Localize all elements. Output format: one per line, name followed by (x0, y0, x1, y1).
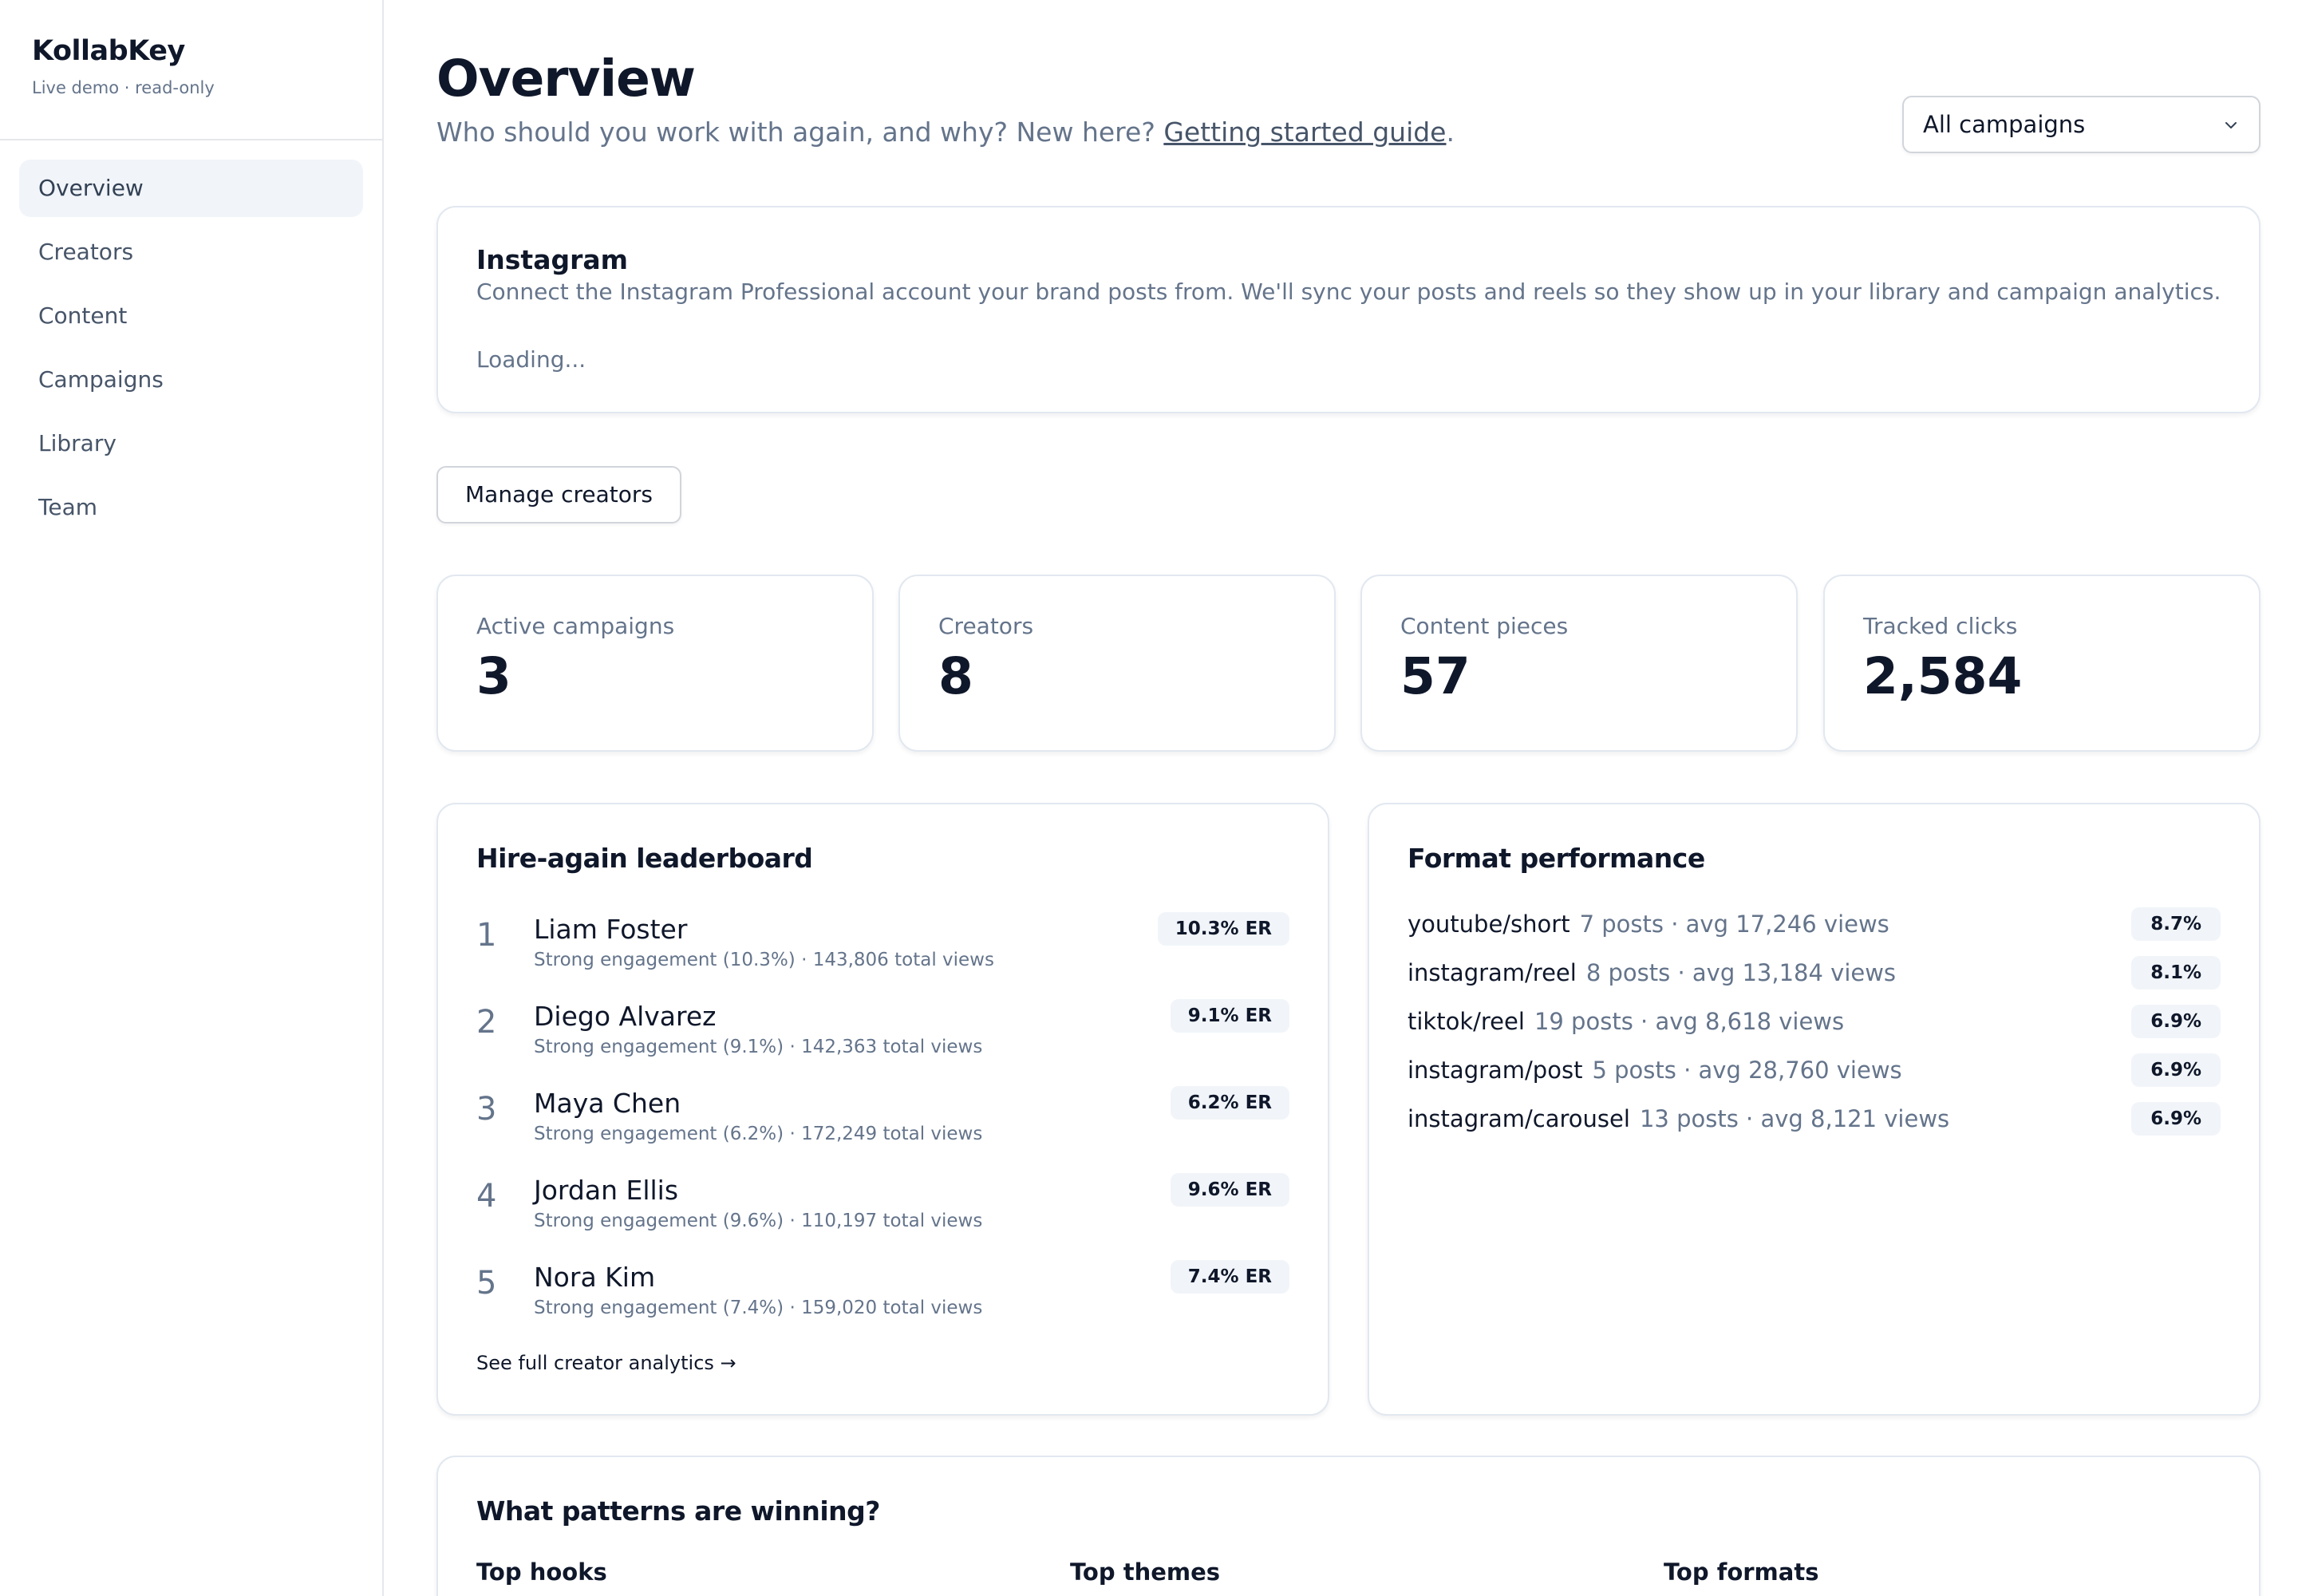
er-badge: 10.3% ER (1157, 912, 1289, 946)
creator-meta: Strong engagement (9.1%) · 142,363 total… (534, 1037, 983, 1057)
leaderboard-rank: 2 (476, 1004, 497, 1041)
format-badge: 8.7% (2131, 907, 2221, 941)
format-meta: 7 posts · avg 17,246 views (1579, 911, 1889, 938)
leaderboard-row[interactable]: 4 Jordan Ellis Strong engagement (9.6%) … (476, 1173, 1289, 1260)
instagram-card: Instagram Connect the Instagram Professi… (436, 206, 2260, 413)
format-meta: 5 posts · avg 28,760 views (1592, 1057, 1902, 1084)
format-name: instagram/post (1408, 1057, 1583, 1084)
sidebar-nav: Overview Creators Content Campaigns Libr… (0, 140, 382, 562)
stat-label: Content pieces (1400, 613, 1569, 639)
format-meta: 8 posts · avg 13,184 views (1585, 959, 1897, 986)
instagram-description: Connect the Instagram Professional accou… (476, 279, 2221, 305)
stat-value: 57 (1400, 647, 1471, 705)
leaderboard-card: Hire-again leaderboard 1 Liam Foster Str… (436, 803, 1329, 1416)
stat-label: Tracked clicks (1863, 613, 2018, 639)
format-row: instagram/reel 8 posts · avg 13,184 views… (1408, 956, 2221, 1008)
leaderboard-rank: 1 (476, 917, 497, 954)
leaderboard-row[interactable]: 5 Nora Kim Strong engagement (7.4%) · 15… (476, 1260, 1289, 1347)
er-badge: 9.1% ER (1170, 999, 1289, 1033)
er-badge: 9.6% ER (1170, 1173, 1289, 1207)
leaderboard-title: Hire-again leaderboard (476, 843, 813, 874)
leaderboard-row[interactable]: 3 Maya Chen Strong engagement (6.2%) · 1… (476, 1086, 1289, 1173)
getting-started-link[interactable]: Getting started guide (1163, 117, 1446, 148)
format-row: instagram/post 5 posts · avg 28,760 views… (1408, 1053, 2221, 1105)
subtitle-text: Who should you work with again, and why?… (436, 117, 1164, 148)
chevron-down-icon (2225, 122, 2237, 128)
brand-name: KollabKey (32, 35, 185, 67)
format-name: youtube/short (1408, 911, 1570, 938)
stat-card-active-campaigns: Active campaigns 3 (436, 575, 874, 752)
top-formats-heading: Top formats (1664, 1558, 1819, 1586)
page-subtitle: Who should you work with again, and why?… (436, 117, 1455, 148)
creator-meta: Strong engagement (9.6%) · 110,197 total… (534, 1211, 983, 1231)
sidebar-item-team[interactable]: Team (19, 479, 363, 536)
format-list: youtube/short 7 posts · avg 17,246 views … (1408, 907, 2221, 1154)
leaderboard-rank: 3 (476, 1091, 497, 1128)
sidebar: KollabKey Live demo · read-only Overview… (0, 0, 384, 1596)
format-name: tiktok/reel (1408, 1008, 1525, 1035)
full-creator-analytics-link[interactable]: See full creator analytics → (476, 1352, 736, 1374)
stat-card-content-pieces: Content pieces 57 (1360, 575, 1798, 752)
er-badge: 6.2% ER (1170, 1086, 1289, 1120)
campaign-select[interactable]: All campaigns (1902, 96, 2260, 153)
format-name: instagram/reel (1408, 959, 1577, 986)
format-name: instagram/carousel (1408, 1105, 1630, 1132)
brand-subtitle: Live demo · read-only (32, 78, 215, 97)
stat-value: 3 (476, 647, 511, 705)
format-row: youtube/short 7 posts · avg 17,246 views … (1408, 907, 2221, 959)
format-meta: 19 posts · avg 8,618 views (1534, 1008, 1845, 1035)
campaign-select-value: All campaigns (1923, 111, 2086, 138)
patterns-card: What patterns are winning? Top hooks Top… (436, 1456, 2260, 1596)
sidebar-item-campaigns[interactable]: Campaigns (19, 351, 363, 409)
format-performance-title: Format performance (1408, 843, 1705, 874)
stat-label: Creators (938, 613, 1034, 639)
stat-value: 2,584 (1863, 647, 2023, 705)
sidebar-item-creators[interactable]: Creators (19, 223, 363, 281)
sidebar-item-overview[interactable]: Overview (19, 160, 363, 217)
creator-meta: Strong engagement (6.2%) · 172,249 total… (534, 1124, 983, 1144)
subtitle-suffix: . (1446, 117, 1455, 148)
creator-meta: Strong engagement (7.4%) · 159,020 total… (534, 1298, 983, 1318)
top-hooks-heading: Top hooks (476, 1558, 607, 1586)
creator-meta: Strong engagement (10.3%) · 143,806 tota… (534, 950, 994, 970)
format-badge: 6.9% (2131, 1102, 2221, 1136)
patterns-title: What patterns are winning? (476, 1495, 880, 1527)
stat-card-creators: Creators 8 (898, 575, 1336, 752)
instagram-status: Loading... (476, 346, 586, 373)
format-meta: 13 posts · avg 8,121 views (1639, 1105, 1950, 1132)
format-badge: 6.9% (2131, 1005, 2221, 1038)
leaderboard-list: 1 Liam Foster Strong engagement (10.3%) … (476, 912, 1289, 1347)
stat-value: 8 (938, 647, 973, 705)
leaderboard-rank: 4 (476, 1178, 497, 1215)
format-badge: 8.1% (2131, 956, 2221, 990)
leaderboard-rank: 5 (476, 1265, 497, 1302)
leaderboard-row[interactable]: 1 Liam Foster Strong engagement (10.3%) … (476, 912, 1289, 999)
format-performance-card: Format performance youtube/short 7 posts … (1368, 803, 2260, 1416)
format-row: tiktok/reel 19 posts · avg 8,618 views 6.… (1408, 1005, 2221, 1057)
page-title: Overview (436, 49, 696, 108)
top-themes-heading: Top themes (1070, 1558, 1221, 1586)
manage-creators-button[interactable]: Manage creators (436, 466, 682, 523)
sidebar-item-library[interactable]: Library (19, 415, 363, 472)
leaderboard-row[interactable]: 2 Diego Alvarez Strong engagement (9.1%)… (476, 999, 1289, 1086)
er-badge: 7.4% ER (1170, 1260, 1289, 1294)
format-badge: 6.9% (2131, 1053, 2221, 1087)
stat-card-tracked-clicks: Tracked clicks 2,584 (1823, 575, 2260, 752)
patterns-columns: Top hooks Top themes Top formats (476, 1558, 2221, 1590)
stat-label: Active campaigns (476, 613, 675, 639)
brand: KollabKey Live demo · read-only (0, 0, 382, 140)
format-row: instagram/carousel 13 posts · avg 8,121 v… (1408, 1102, 2221, 1154)
sidebar-item-content[interactable]: Content (19, 287, 363, 345)
instagram-title: Instagram (476, 244, 629, 275)
